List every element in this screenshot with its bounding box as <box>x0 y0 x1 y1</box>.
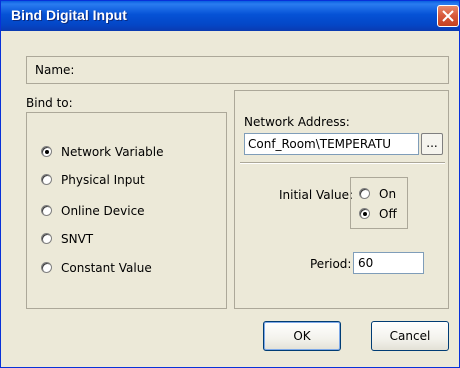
radio-button[interactable] <box>41 146 52 157</box>
radio-button[interactable] <box>41 262 52 273</box>
radio-button[interactable] <box>41 174 52 185</box>
radio-label: SNVT <box>61 232 94 246</box>
initial-value-group: On Off <box>350 177 408 229</box>
radio-button[interactable] <box>359 208 370 219</box>
bind-to-label: Bind to: <box>26 96 73 110</box>
close-button[interactable] <box>437 5 459 27</box>
radio-label: On <box>379 187 397 201</box>
radio-label: Network Variable <box>61 145 164 159</box>
radio-label: Off <box>379 207 397 221</box>
network-address-label: Network Address: <box>244 115 350 129</box>
period-label: Period: <box>310 257 352 271</box>
close-icon <box>442 10 454 22</box>
radio-button[interactable] <box>41 233 52 244</box>
radio-label: Constant Value <box>61 261 152 275</box>
period-input[interactable]: 60 <box>353 252 424 274</box>
title-bar[interactable]: Bind Digital Input <box>1 1 459 31</box>
cancel-button[interactable]: Cancel <box>371 321 449 351</box>
radio-label: Online Device <box>61 204 145 218</box>
divider <box>240 162 445 164</box>
name-label: Name: <box>35 63 75 77</box>
bind-to-group: Network Variable Physical Input Online D… <box>26 112 227 309</box>
network-address-input[interactable]: Conf_Room\TEMPERATU <box>244 133 419 155</box>
radio-label: Physical Input <box>61 173 145 187</box>
window-title: Bind Digital Input <box>11 7 127 23</box>
browse-button[interactable]: ... <box>421 133 443 155</box>
radio-button[interactable] <box>359 188 370 199</box>
settings-panel: Network Address: Conf_Room\TEMPERATU ...… <box>234 90 449 309</box>
initial-value-label: Initial Value: <box>279 188 354 202</box>
radio-button[interactable] <box>41 205 52 216</box>
bind-digital-input-dialog: Bind Digital Input Name: Bind to: Networ… <box>0 0 460 368</box>
ok-button[interactable]: OK <box>263 321 341 351</box>
name-panel: Name: <box>26 56 449 84</box>
